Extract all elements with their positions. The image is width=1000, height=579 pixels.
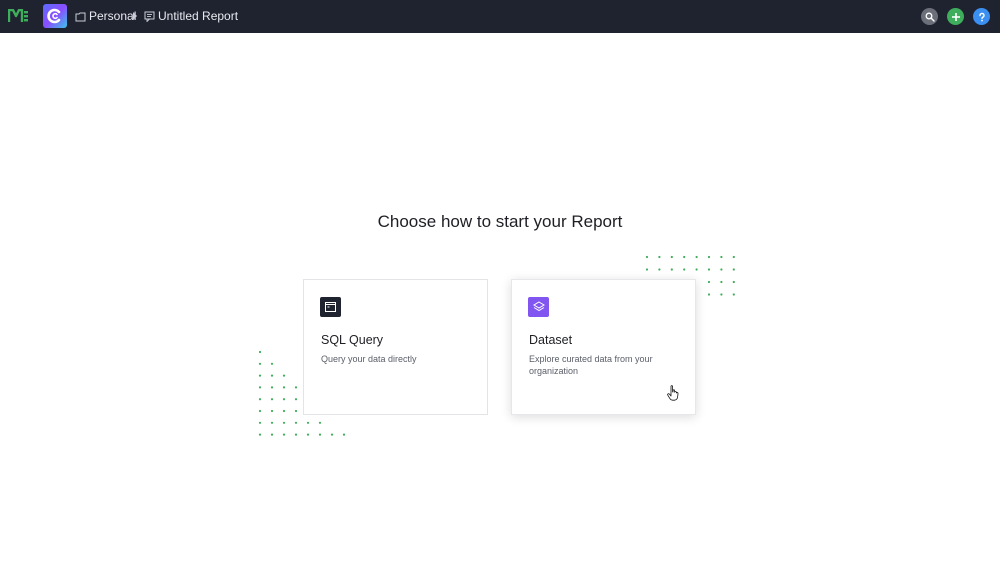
terminal-icon bbox=[320, 297, 341, 317]
decorative-dot bbox=[258, 409, 262, 413]
decorative-dot bbox=[294, 409, 298, 413]
sql-query-description: Query your data directly bbox=[321, 354, 417, 364]
decorative-dot bbox=[258, 398, 262, 401]
folder-icon bbox=[75, 12, 86, 21]
page-title: Choose how to start your Report bbox=[377, 212, 623, 231]
breadcrumb-report[interactable]: Untitled Report bbox=[144, 9, 238, 23]
layers-icon bbox=[528, 297, 549, 317]
decorative-dot bbox=[282, 374, 286, 377]
chevron-right-icon bbox=[133, 12, 137, 20]
decorative-dot bbox=[270, 386, 274, 389]
decorative-dot bbox=[670, 268, 673, 271]
decorative-dot bbox=[683, 255, 686, 259]
breadcrumb-report-label: Untitled Report bbox=[158, 9, 239, 23]
decorative-dot bbox=[732, 293, 735, 296]
search-button[interactable] bbox=[921, 8, 938, 25]
decorative-dot bbox=[645, 255, 649, 259]
help-icon bbox=[978, 12, 985, 21]
decorative-dot bbox=[670, 255, 673, 259]
top-navigation-bar: Personal Untitled Report bbox=[0, 0, 1000, 33]
decorative-dot bbox=[306, 421, 310, 424]
decorative-dot bbox=[658, 255, 661, 259]
decorative-dot bbox=[282, 409, 286, 413]
decorative-dot bbox=[306, 433, 310, 436]
decorative-dot bbox=[318, 421, 322, 424]
breadcrumb-collection-label: Personal bbox=[89, 9, 137, 23]
decorative-dot bbox=[720, 268, 723, 271]
dataset-description: Explore curated data from your organizat… bbox=[529, 354, 653, 376]
hand-cursor-icon bbox=[667, 385, 679, 401]
decorative-dot bbox=[270, 398, 274, 401]
app-logo-icon[interactable] bbox=[43, 4, 67, 28]
decorative-dot bbox=[658, 268, 661, 271]
decorative-dot bbox=[270, 374, 274, 377]
decorative-dot bbox=[330, 433, 334, 436]
search-icon bbox=[925, 12, 935, 22]
decorative-dot bbox=[258, 374, 262, 377]
decorative-dot bbox=[645, 268, 649, 271]
decorative-dot bbox=[294, 421, 298, 424]
decorative-dot bbox=[732, 255, 735, 259]
m-logo-icon[interactable] bbox=[8, 9, 28, 23]
decorative-dot bbox=[720, 280, 723, 284]
decorative-dot bbox=[707, 293, 711, 296]
decorative-dot bbox=[282, 398, 286, 401]
sql-query-option-card[interactable]: SQL Query Query your data directly bbox=[303, 279, 488, 415]
decorative-dot bbox=[342, 433, 346, 436]
decorative-dot bbox=[720, 293, 723, 296]
plus-icon bbox=[951, 12, 960, 21]
decorative-dot bbox=[258, 433, 262, 436]
decorative-dot bbox=[258, 421, 262, 424]
dataset-title: Dataset bbox=[529, 333, 573, 347]
decorative-dot bbox=[695, 255, 698, 259]
decorative-dot bbox=[294, 398, 298, 401]
decorative-dot bbox=[707, 268, 711, 271]
report-icon bbox=[144, 11, 155, 22]
decorative-dot bbox=[683, 268, 686, 271]
breadcrumb-collection[interactable]: Personal bbox=[75, 9, 136, 23]
help-button[interactable] bbox=[973, 8, 990, 25]
decorative-dot bbox=[282, 386, 286, 389]
decorative-dot bbox=[258, 350, 262, 354]
decorative-dot bbox=[258, 362, 262, 365]
decorative-dot bbox=[732, 268, 735, 271]
decorative-dot bbox=[270, 433, 274, 436]
sql-query-title: SQL Query bbox=[321, 333, 384, 347]
decorative-dot bbox=[732, 280, 735, 284]
decorative-dot bbox=[695, 268, 698, 271]
decorative-dot bbox=[282, 433, 286, 436]
decorative-dot bbox=[707, 255, 711, 259]
decorative-dot bbox=[294, 386, 298, 389]
add-button[interactable] bbox=[947, 8, 964, 25]
decorative-dot bbox=[720, 255, 723, 259]
decorative-dot bbox=[294, 433, 298, 436]
decorative-dot bbox=[707, 280, 711, 284]
decorative-dot bbox=[270, 362, 274, 365]
decorative-dot bbox=[258, 386, 262, 389]
decorative-dot bbox=[270, 421, 274, 424]
decorative-dot bbox=[270, 409, 274, 413]
decorative-dot bbox=[318, 433, 322, 436]
decorative-dot bbox=[282, 421, 286, 424]
